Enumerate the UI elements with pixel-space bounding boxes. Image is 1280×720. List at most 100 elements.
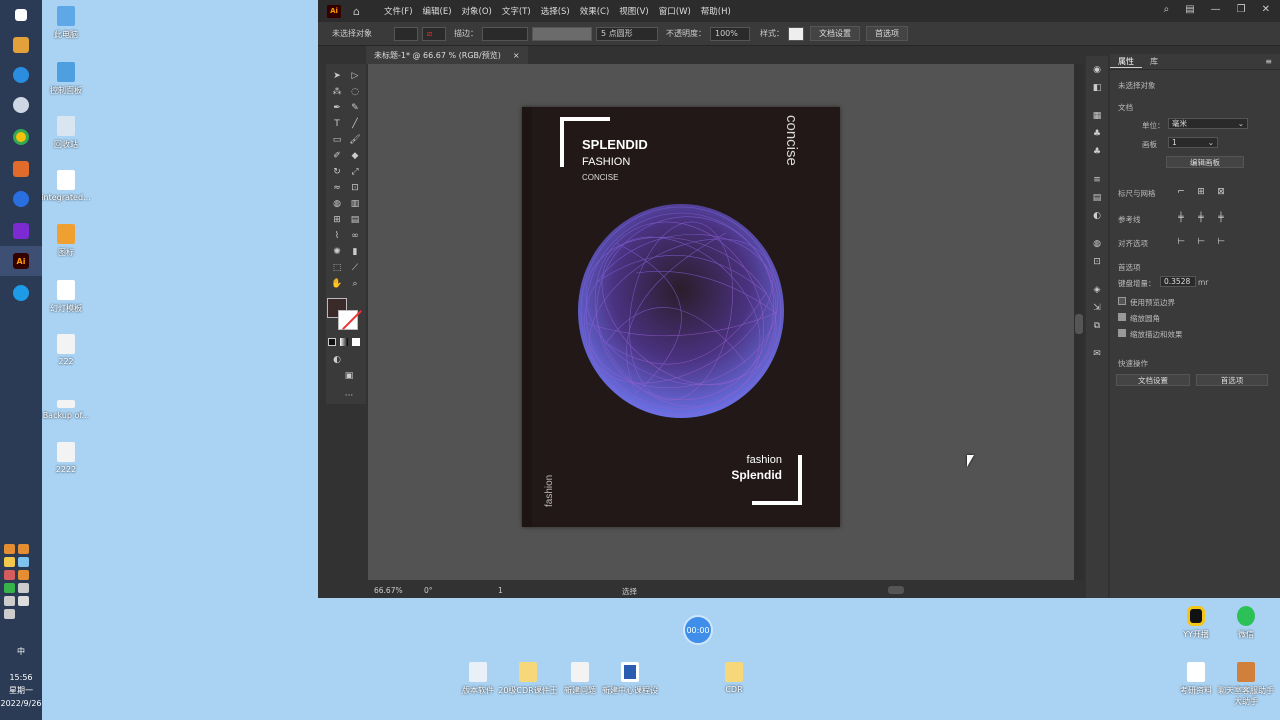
- fill-swatch[interactable]: [394, 26, 418, 41]
- minimize-icon[interactable]: —: [1211, 4, 1221, 15]
- menu-view[interactable]: 视图(V): [619, 5, 648, 17]
- home-icon[interactable]: ⌂: [353, 5, 360, 18]
- edit-artboards-button[interactable]: 编辑画板: [1166, 156, 1244, 168]
- scale-tool-icon[interactable]: ⤢: [348, 166, 362, 178]
- zoom-tool-icon[interactable]: ⌕: [348, 278, 362, 290]
- mesh-tool-icon[interactable]: ⊞: [330, 214, 344, 226]
- pen-app-icon[interactable]: [0, 30, 42, 60]
- scale-strokes-checkbox[interactable]: [1118, 329, 1126, 337]
- screen-mode-icon[interactable]: ▣: [342, 370, 356, 382]
- symbols-icon[interactable]: ♣: [1090, 146, 1104, 158]
- workspace-icon[interactable]: ▤: [1185, 4, 1194, 15]
- transparency-icon[interactable]: ◐: [1090, 210, 1104, 222]
- ruler-icon[interactable]: ⌐: [1174, 186, 1188, 198]
- gradient-tool-icon[interactable]: ▤: [348, 214, 362, 226]
- poster-small-text[interactable]: CONCISE: [582, 173, 618, 182]
- type-tool-icon[interactable]: T: [330, 118, 344, 130]
- keyboard-increment-input[interactable]: 0.3528: [1160, 276, 1196, 287]
- menu-select[interactable]: 选择(S): [541, 5, 570, 17]
- browser-icon[interactable]: [0, 60, 42, 90]
- tray-icon[interactable]: [18, 557, 29, 567]
- warp-tool-icon[interactable]: ≈: [330, 182, 344, 194]
- stroke-panel-icon[interactable]: ≡: [1090, 174, 1104, 186]
- scale-corners-checkbox[interactable]: [1118, 313, 1126, 321]
- draw-mode-icon[interactable]: ◐: [330, 354, 344, 366]
- line-tool-icon[interactable]: ╱: [348, 118, 362, 130]
- lasso-tool-icon[interactable]: ◌: [348, 86, 362, 98]
- align-icon[interactable]: ◈: [1090, 284, 1104, 296]
- clock-time[interactable]: 15:56: [0, 672, 42, 684]
- more-tools-icon[interactable]: ···: [342, 390, 356, 402]
- free-transform-tool-icon[interactable]: ⊡: [348, 182, 362, 194]
- paintbrush-tool-icon[interactable]: 🖌: [348, 134, 362, 146]
- desktop-icon-222[interactable]: 222: [38, 334, 94, 366]
- shaper-tool-icon[interactable]: ✐: [330, 150, 344, 162]
- canvas[interactable]: SPLENDID FASHION CONCISE concise fashion…: [368, 64, 1084, 580]
- desktop-icon-2222[interactable]: 2222: [38, 442, 94, 474]
- document-tab[interactable]: 未标题-1* @ 66.67 % (RGB/预览) ×: [366, 46, 528, 64]
- menu-edit[interactable]: 编辑(E): [423, 5, 452, 17]
- menu-effect[interactable]: 效果(C): [580, 5, 610, 17]
- brush-definition[interactable]: 5 点圆形: [596, 26, 658, 41]
- tray-icon[interactable]: [4, 544, 15, 554]
- preferences-button[interactable]: 首选项: [866, 26, 908, 41]
- pen-tool-icon[interactable]: ✒: [330, 102, 344, 114]
- illustrator-taskbar-icon[interactable]: Ai: [0, 246, 42, 276]
- menu-type[interactable]: 文字(T): [502, 5, 531, 17]
- settings-gear-icon[interactable]: [0, 90, 42, 120]
- grid-icon[interactable]: ⊞: [1194, 186, 1208, 198]
- appearance-icon[interactable]: ◉: [1090, 64, 1104, 76]
- windows-start-icon[interactable]: [0, 0, 42, 30]
- chrome-icon[interactable]: [0, 122, 42, 152]
- eraser-tool-icon[interactable]: ◆: [348, 150, 362, 162]
- slice-tool-icon[interactable]: ⟋: [348, 262, 362, 274]
- transform-icon[interactable]: ⧉: [1090, 320, 1104, 332]
- style-swatch[interactable]: [788, 26, 804, 41]
- tray-icon[interactable]: [18, 570, 29, 580]
- artboard-navigator[interactable]: 1: [498, 586, 503, 595]
- panel-menu-icon[interactable]: ≡: [1257, 57, 1280, 66]
- artboard-select[interactable]: 1 ⌄: [1168, 137, 1218, 148]
- desktop-icon-this-pc[interactable]: 此电脑: [38, 6, 94, 40]
- rotate-tool-icon[interactable]: ↻: [330, 166, 344, 178]
- desktop-icon-bottom[interactable]: CDR: [704, 662, 764, 694]
- desktop-icon-bottom[interactable]: 微信: [1216, 606, 1276, 640]
- microphone-icon[interactable]: [18, 596, 29, 606]
- snap-to-point-icon[interactable]: ⊢: [1174, 236, 1188, 248]
- poster-vertical-right-text[interactable]: concise: [783, 115, 800, 166]
- search-icon[interactable]: ⌕: [1164, 4, 1170, 15]
- menu-file[interactable]: 文件(F): [384, 5, 413, 17]
- cloud-app-icon[interactable]: [0, 216, 42, 246]
- magic-wand-tool-icon[interactable]: ⁂: [330, 86, 344, 98]
- volume-icon[interactable]: [4, 596, 15, 606]
- swatches-icon[interactable]: ⊡: [1090, 256, 1104, 268]
- mascot-icon[interactable]: [0, 154, 42, 184]
- restore-icon[interactable]: ❐: [1237, 4, 1246, 15]
- libraries-icon[interactable]: ▦: [1090, 110, 1104, 122]
- artboard-tool-icon[interactable]: ⬚: [330, 262, 344, 274]
- poster-subtitle[interactable]: FASHION: [582, 156, 630, 168]
- poster-bottom-line2[interactable]: Splendid: [731, 468, 782, 482]
- artboard[interactable]: SPLENDID FASHION CONCISE concise fashion…: [522, 107, 840, 527]
- color-panel-icon[interactable]: ◍: [1090, 238, 1104, 250]
- transparency-grid-icon[interactable]: ⊠: [1214, 186, 1228, 198]
- selection-tool-icon[interactable]: ➤: [330, 70, 344, 82]
- nvidia-icon[interactable]: [4, 583, 15, 593]
- none-mode-icon[interactable]: [352, 338, 360, 346]
- show-guides-icon[interactable]: ╪: [1174, 212, 1188, 224]
- poster-bottom-line1[interactable]: fashion: [747, 454, 782, 466]
- menu-object[interactable]: 对象(O): [462, 5, 492, 17]
- rotation-view[interactable]: 0°: [424, 586, 433, 595]
- lock-guides-icon[interactable]: ╪: [1194, 212, 1208, 224]
- desktop-icon-integrated[interactable]: integrated...: [38, 170, 94, 202]
- tab-close-icon[interactable]: ×: [513, 51, 520, 60]
- tray-icon[interactable]: [18, 544, 29, 554]
- layers-icon[interactable]: ◧: [1090, 82, 1104, 94]
- edge-icon[interactable]: [0, 278, 42, 308]
- poster-vertical-left-text[interactable]: fashion: [544, 475, 555, 507]
- color-mode-icon[interactable]: [328, 338, 336, 346]
- perspective-grid-tool-icon[interactable]: ▥: [348, 198, 362, 210]
- network-icon[interactable]: [18, 583, 29, 593]
- eyedropper-tool-icon[interactable]: ⌇: [330, 230, 344, 242]
- snap-to-pixel-icon[interactable]: ⊢: [1194, 236, 1208, 248]
